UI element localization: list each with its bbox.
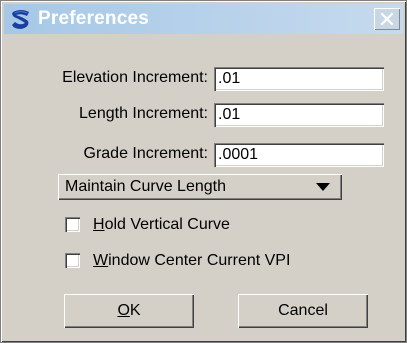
window-title: Preferences xyxy=(38,8,149,29)
title-bar[interactable]: Preferences xyxy=(4,4,403,34)
hold-vertical-curve-label: Hold Vertical Curve xyxy=(93,216,230,234)
hold-vertical-curve-mnemonic: H xyxy=(93,216,105,233)
cancel-button[interactable]: Cancel xyxy=(238,294,368,328)
close-icon xyxy=(380,12,394,26)
elevation-increment-field[interactable] xyxy=(214,67,384,91)
ok-button[interactable]: OK xyxy=(64,294,194,328)
dropdown-arrow-icon xyxy=(316,183,330,191)
length-increment-label: Length Increment: xyxy=(79,105,208,122)
window-center-vpi-text: indow Center Current VPI xyxy=(108,252,291,269)
grade-increment-field[interactable] xyxy=(214,143,384,167)
preferences-dialog: Preferences Elevation Increment: Length … xyxy=(0,0,407,343)
length-increment-field[interactable] xyxy=(214,103,384,127)
grade-increment-label: Grade Increment: xyxy=(83,145,209,162)
window-center-vpi-mnemonic: W xyxy=(93,252,109,269)
ok-text: K xyxy=(129,302,141,319)
app-logo-icon xyxy=(12,10,29,29)
curve-mode-dropdown[interactable]: Maintain Curve Length xyxy=(58,174,342,200)
elevation-increment-label: Elevation Increment: xyxy=(62,69,208,86)
window-center-vpi-label: Window Center Current VPI xyxy=(93,252,290,270)
window-center-vpi-checkbox[interactable] xyxy=(65,253,80,268)
hold-vertical-curve-text: old Vertical Curve xyxy=(104,216,230,233)
close-button[interactable] xyxy=(374,8,400,30)
curve-mode-selected: Maintain Curve Length xyxy=(65,178,226,195)
ok-mnemonic: O xyxy=(117,302,130,319)
hold-vertical-curve-checkbox[interactable] xyxy=(65,217,80,232)
